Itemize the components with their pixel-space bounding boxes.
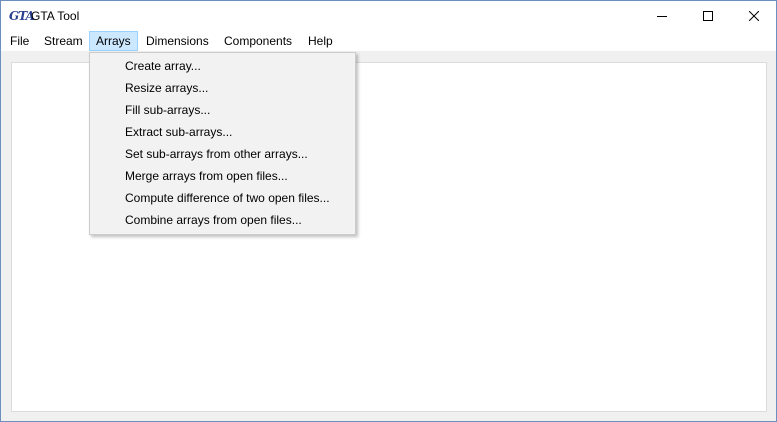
menu-dimensions[interactable]: Dimensions [139, 31, 216, 51]
menu-item-extract-sub-arrays[interactable]: Extract sub-arrays... [92, 121, 353, 143]
menu-item-combine-arrays[interactable]: Combine arrays from open files... [92, 209, 353, 231]
menu-file[interactable]: File [3, 31, 36, 51]
menu-item-compute-difference[interactable]: Compute difference of two open files... [92, 187, 353, 209]
close-button[interactable] [731, 1, 776, 31]
menu-help[interactable]: Help [301, 31, 340, 51]
menu-item-resize-arrays[interactable]: Resize arrays... [92, 77, 353, 99]
menu-stream[interactable]: Stream [37, 31, 90, 51]
menu-item-fill-sub-arrays[interactable]: Fill sub-arrays... [92, 99, 353, 121]
app-window: GTA GTA Tool File Stream Arrays Dimensio… [0, 0, 777, 422]
minimize-icon [657, 16, 667, 17]
menu-arrays[interactable]: Arrays [89, 31, 138, 51]
menu-item-set-sub-arrays[interactable]: Set sub-arrays from other arrays... [92, 143, 353, 165]
close-icon [749, 11, 759, 21]
maximize-icon [703, 11, 713, 21]
menu-item-merge-arrays[interactable]: Merge arrays from open files... [92, 165, 353, 187]
minimize-button[interactable] [639, 1, 685, 31]
title-bar[interactable]: GTA GTA Tool [1, 1, 776, 31]
menu-item-create-array[interactable]: Create array... [92, 55, 353, 77]
menu-components[interactable]: Components [217, 31, 299, 51]
app-logo-icon: GTA [9, 9, 35, 23]
arrays-dropdown-menu: Create array... Resize arrays... Fill su… [89, 52, 356, 235]
maximize-button[interactable] [685, 1, 731, 31]
window-title: GTA Tool [31, 9, 80, 23]
menu-bar: File Stream Arrays Dimensions Components… [1, 31, 776, 51]
